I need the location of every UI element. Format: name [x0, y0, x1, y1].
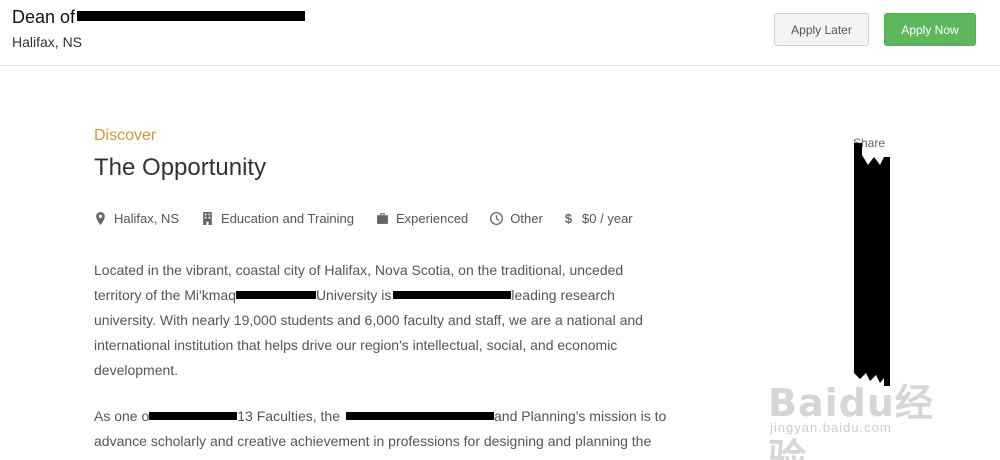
text-fragment: territory of the Mi'kmaq [94, 287, 236, 303]
meta-type: Other [490, 211, 543, 226]
paragraph-line: international institution that helps dri… [94, 337, 618, 353]
paragraph-line: Located in the vibrant, coastal city of … [94, 262, 624, 278]
meta-salary: $ $0 / year [565, 211, 633, 226]
share-buttons-redacted[interactable] [854, 143, 890, 386]
briefcase-icon [377, 213, 388, 224]
building-icon [203, 212, 212, 225]
dollar-icon: $ [564, 211, 573, 226]
apply-later-button[interactable]: Apply Later [774, 13, 869, 46]
redaction-bar [393, 291, 512, 300]
job-title-text: Dean of [12, 7, 76, 27]
text-fragment: leading research [511, 287, 615, 303]
section-heading: The Opportunity [94, 154, 267, 181]
meta-category: Education and Training [201, 211, 354, 226]
description-paragraph-1: Located in the vibrant, coastal city of … [94, 258, 694, 383]
apply-now-button[interactable]: Apply Now [884, 13, 976, 46]
redaction-bar [149, 412, 238, 421]
job-title: Dean of [12, 7, 306, 28]
section-eyebrow: Discover [94, 127, 157, 144]
top-header: Dean of Halifax, NS Apply Later Apply No… [0, 0, 1000, 66]
text-fragment: 13 Faculties, the [237, 408, 340, 424]
clock-icon [490, 212, 504, 225]
meta-category-text: Education and Training [221, 211, 355, 226]
paragraph-line: advance scholarly and creative achieveme… [94, 433, 652, 449]
text-fragment: and Planning's mission is to [494, 408, 667, 424]
meta-level-text: Experienced [396, 211, 469, 226]
paragraph-line: As one o 13 Faculties, the and Planning's … [94, 404, 694, 429]
job-meta-row: Halifax, NS Education and Training Exper… [94, 211, 655, 226]
meta-location-text: Halifax, NS [114, 211, 180, 226]
map-pin-icon [96, 212, 105, 225]
meta-salary-text: $0 / year [582, 211, 633, 226]
job-location: Halifax, NS [12, 34, 83, 50]
redaction-bar [346, 412, 494, 421]
redaction-bar [77, 11, 306, 22]
description-paragraph-2: As one o 13 Faculties, the and Planning's … [94, 404, 694, 454]
meta-level: Experienced [376, 211, 468, 226]
watermark-url: jingyan.baidu.com [770, 420, 892, 435]
paragraph-line: territory of the Mi'kmaq University is lea… [94, 283, 694, 308]
meta-type-text: Other [510, 211, 543, 226]
meta-location: Halifax, NS [94, 211, 179, 226]
text-fragment: University is [315, 287, 392, 303]
paragraph-line: university. With nearly 19,000 students … [94, 312, 643, 328]
redaction-bar [235, 291, 316, 300]
paragraph-line: development. [94, 362, 179, 378]
text-fragment: As one o [94, 408, 150, 424]
